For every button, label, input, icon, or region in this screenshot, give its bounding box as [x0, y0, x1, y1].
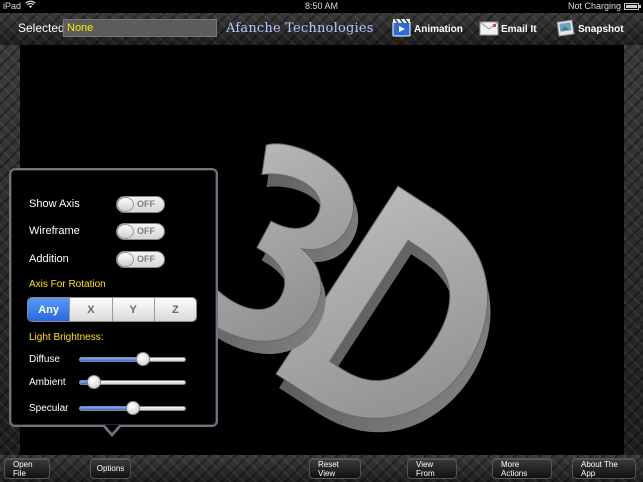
ambient-label: Ambient	[29, 377, 66, 388]
toggle-state: OFF	[137, 254, 155, 264]
snapshot-label: Snapshot	[578, 23, 624, 35]
light-brightness-heading: Light Brightness:	[29, 332, 104, 343]
segment-x[interactable]: X	[69, 298, 112, 321]
bottom-toolbar: Open File Options Reset View View From M…	[0, 455, 643, 482]
segment-z[interactable]: Z	[153, 298, 196, 321]
diffuse-slider[interactable]	[79, 352, 186, 366]
animation-icon	[392, 18, 414, 41]
show-axis-label: Show Axis	[29, 198, 80, 210]
slider-thumb[interactable]	[136, 352, 150, 366]
about-app-button[interactable]: About The App	[572, 458, 636, 479]
animation-label: Animation	[414, 23, 463, 35]
selected-field: None	[63, 19, 217, 37]
segment-y[interactable]: Y	[111, 298, 154, 321]
charging-status: Not Charging	[567, 1, 621, 11]
ambient-slider[interactable]	[79, 375, 186, 389]
slider-fill	[80, 407, 133, 410]
toggle-knob	[117, 224, 134, 239]
email-label: Email It	[501, 23, 537, 35]
status-time: 8:50 AM	[304, 1, 339, 11]
battery-icon	[624, 3, 641, 10]
email-icon	[479, 18, 501, 41]
toggle-state: OFF	[137, 226, 155, 236]
options-button[interactable]: Options	[90, 458, 131, 479]
axis-segmented-control: Any X Y Z	[27, 297, 197, 322]
brand-title: Afanche Technologies	[226, 21, 374, 36]
segment-any[interactable]: Any	[28, 298, 70, 321]
toggle-knob	[117, 197, 134, 212]
snapshot-icon	[556, 18, 578, 41]
specular-label: Specular	[29, 403, 69, 414]
addition-toggle[interactable]: OFF	[116, 251, 165, 268]
specular-slider[interactable]	[79, 401, 186, 415]
reset-view-button[interactable]: Reset View	[309, 458, 361, 479]
more-actions-button[interactable]: More Actions	[492, 458, 552, 479]
toggle-knob	[117, 252, 134, 267]
slider-fill	[80, 358, 143, 361]
popover-arrow-inner	[105, 425, 119, 433]
right-frame	[624, 45, 643, 455]
view-from-button[interactable]: View From	[407, 458, 457, 479]
top-toolbar: Selected None Afanche Technologies Anima…	[0, 13, 643, 45]
show-axis-toggle[interactable]: OFF	[116, 196, 165, 213]
slider-thumb[interactable]	[86, 375, 101, 389]
wireframe-label: Wireframe	[29, 225, 80, 237]
status-bar: iPad 8:50 AM Not Charging	[0, 0, 643, 13]
selected-label: Selected	[18, 21, 65, 35]
animation-button[interactable]: Animation	[392, 17, 463, 41]
diffuse-label: Diffuse	[29, 354, 60, 365]
toggle-state: OFF	[137, 199, 155, 209]
options-popover: Show Axis OFF Wireframe OFF Addition OFF…	[9, 168, 218, 427]
slider-thumb[interactable]	[125, 401, 140, 415]
email-button[interactable]: Email It	[479, 17, 537, 41]
open-file-button[interactable]: Open File	[4, 458, 50, 479]
wireframe-toggle[interactable]: OFF	[116, 223, 165, 240]
snapshot-button[interactable]: Snapshot	[556, 17, 624, 41]
axis-rotation-heading: Axis For Rotation	[29, 279, 106, 290]
addition-label: Addition	[29, 253, 69, 265]
